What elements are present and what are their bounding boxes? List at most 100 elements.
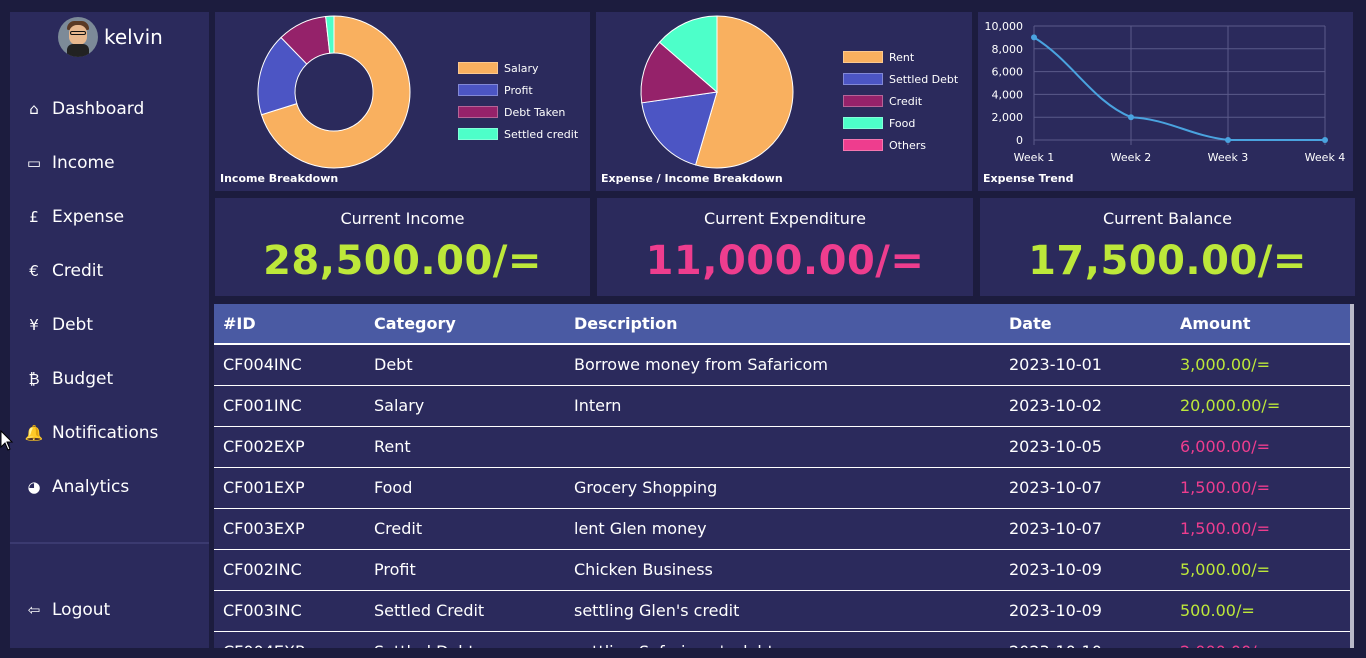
pound-icon: £: [29, 208, 39, 226]
x-tick-label: Week 3: [1208, 151, 1249, 164]
legend-item[interactable]: Profit: [458, 79, 578, 101]
sidebar-item-label: Dashboard: [52, 99, 145, 119]
x-tick-label: Week 4: [1305, 151, 1346, 164]
legend-swatch: [843, 51, 883, 63]
table-row[interactable]: CF001INC Salary Intern 2023-10-02 20,000.00/…: [214, 385, 1350, 427]
legend-label: Others: [889, 138, 926, 152]
cell-amount: 1,500.00/=: [1171, 508, 1350, 550]
cell-date: 2023-10-10: [1000, 631, 1171, 648]
expense-trend-line-chart: 10,000 8,000 6,000 4,000 2,000 0 Week 1 Week 2 W…: [985, 20, 1346, 164]
cell-category: Salary: [365, 385, 565, 427]
sidebar-item-label: Income: [52, 153, 115, 173]
sidebar-item-label: Notifications: [52, 423, 159, 443]
cell-description: settling Safaricom's debt: [565, 631, 1000, 648]
cell-description: Chicken Business: [565, 549, 1000, 591]
x-tick-label: Week 2: [1111, 151, 1152, 164]
cell-date: 2023-10-05: [1000, 426, 1171, 468]
transactions-table: #ID Category Description Date Amount CF004IN…: [214, 304, 1354, 648]
home-icon: ⌂: [29, 100, 39, 118]
bell-icon: 🔔: [24, 424, 44, 442]
legend-item[interactable]: Settled Debt: [843, 68, 958, 90]
y-tick-label: 10,000: [985, 20, 1024, 33]
table-row[interactable]: CF002EXP Rent 2023-10-05 6,000.00/=: [214, 426, 1350, 468]
cell-amount: 20,000.00/=: [1171, 385, 1350, 427]
data-point[interactable]: [1225, 137, 1231, 143]
legend-item[interactable]: Settled credit: [458, 123, 578, 145]
data-point[interactable]: [1322, 137, 1328, 143]
legend-swatch: [458, 128, 498, 140]
cell-description: Grocery Shopping: [565, 467, 1000, 509]
table-row[interactable]: CF002INC Profit Chicken Business 2023-10-09…: [214, 549, 1350, 591]
trend-line: [1033, 36, 1325, 142]
cell-date: 2023-10-02: [1000, 385, 1171, 427]
cell-amount: 5,000.00/=: [1171, 549, 1350, 591]
sidebar-item-expense[interactable]: £ Expense: [24, 207, 124, 227]
current-expenditure-label: Current Expenditure: [704, 209, 866, 228]
sidebar-divider: [10, 542, 209, 544]
legend-swatch: [843, 139, 883, 151]
user-profile[interactable]: kelvin: [58, 17, 163, 57]
legend-item[interactable]: Debt Taken: [458, 101, 578, 123]
sidebar-item-budget[interactable]: ₿ Budget: [24, 369, 113, 389]
sidebar-item-label: Analytics: [52, 477, 130, 497]
table-scrollbar[interactable]: [1350, 304, 1354, 648]
legend-label: Food: [889, 116, 916, 130]
income-legend: Salary Profit Debt Taken Settled credit: [458, 57, 578, 145]
sidebar: kelvin ⌂ Dashboard ▭ Income £ Expense € Credit ¥…: [10, 12, 209, 648]
legend-item[interactable]: Salary: [458, 57, 578, 79]
data-point[interactable]: [1031, 34, 1037, 41]
sidebar-item-label: Budget: [52, 369, 114, 389]
sidebar-item-dashboard[interactable]: ⌂ Dashboard: [24, 99, 144, 119]
sidebar-item-analytics[interactable]: ◕ Analytics: [24, 477, 129, 497]
column-header[interactable]: #ID: [214, 304, 365, 345]
logout-button[interactable]: ⇦ Logout: [24, 600, 111, 620]
table-row[interactable]: CF004EXPSettled Debtsettling Safaricom's…: [214, 631, 1350, 648]
income-chart-title: Income Breakdown: [220, 172, 339, 185]
table-row[interactable]: CF003INC Settled Credit settling Glen's cr…: [214, 590, 1350, 632]
cell-date: 2023-10-09: [1000, 549, 1171, 591]
cell-description: lent Glen money: [565, 508, 1000, 550]
sidebar-item-income[interactable]: ▭ Income: [24, 153, 115, 173]
legend-item[interactable]: Food: [843, 112, 958, 134]
column-header[interactable]: Category: [365, 304, 565, 345]
cell-id: CF001INC: [214, 385, 365, 427]
sidebar-item-label: Debt: [52, 315, 94, 335]
cell-date: 2023-10-07: [1000, 467, 1171, 509]
legend-swatch: [458, 106, 498, 118]
cell-amount: 3,000.00/=: [1171, 344, 1350, 386]
y-tick-label: 8,000: [992, 43, 1024, 56]
cell-description: settling Glen's credit: [565, 590, 1000, 632]
column-header[interactable]: Date: [1000, 304, 1171, 345]
expense-breakdown-panel: Rent Settled Debt Credit Food Others Expense…: [596, 12, 972, 191]
y-tick-label: 6,000: [992, 66, 1024, 79]
current-expenditure-card: Current Expenditure 11,000.00/=: [597, 198, 973, 296]
column-header[interactable]: Amount: [1171, 304, 1350, 345]
cell-amount: 2,000.00/=: [1171, 631, 1350, 648]
sidebar-item-label: Expense: [52, 207, 125, 227]
data-point[interactable]: [1128, 114, 1134, 121]
sidebar-item-notifications[interactable]: 🔔 Notifications: [24, 423, 159, 443]
legend-label: Rent: [889, 50, 915, 64]
cell-id: CF001EXP: [214, 467, 365, 509]
cell-date: 2023-10-07: [1000, 508, 1171, 550]
table-row[interactable]: CF004INC Debt Borrowe money from Safaricom…: [214, 344, 1350, 386]
table-row[interactable]: CF003EXP Credit lent Glen money 2023-10-07 1…: [214, 508, 1350, 550]
cell-category: Settled Credit: [365, 590, 565, 632]
column-header[interactable]: Description: [565, 304, 1000, 345]
cell-amount: 500.00/=: [1171, 590, 1350, 632]
legend-item[interactable]: Rent: [843, 46, 958, 68]
cell-amount: 1,500.00/=: [1171, 467, 1350, 509]
current-expenditure-value: 11,000.00/=: [645, 238, 925, 284]
current-balance-value: 17,500.00/=: [1028, 238, 1307, 284]
cell-description: [565, 426, 1000, 468]
cell-description: Intern: [565, 385, 1000, 427]
current-income-label: Current Income: [340, 209, 465, 228]
table-row[interactable]: CF001EXP Food Grocery Shopping 2023-10-07 1,…: [214, 467, 1350, 509]
sidebar-item-credit[interactable]: € Credit: [24, 261, 103, 281]
legend-swatch: [458, 62, 498, 74]
sidebar-item-debt[interactable]: ¥ Debt: [24, 315, 93, 335]
legend-swatch: [843, 73, 883, 85]
legend-item[interactable]: Others: [843, 134, 958, 156]
cell-category: Debt: [365, 344, 565, 386]
legend-item[interactable]: Credit: [843, 90, 958, 112]
